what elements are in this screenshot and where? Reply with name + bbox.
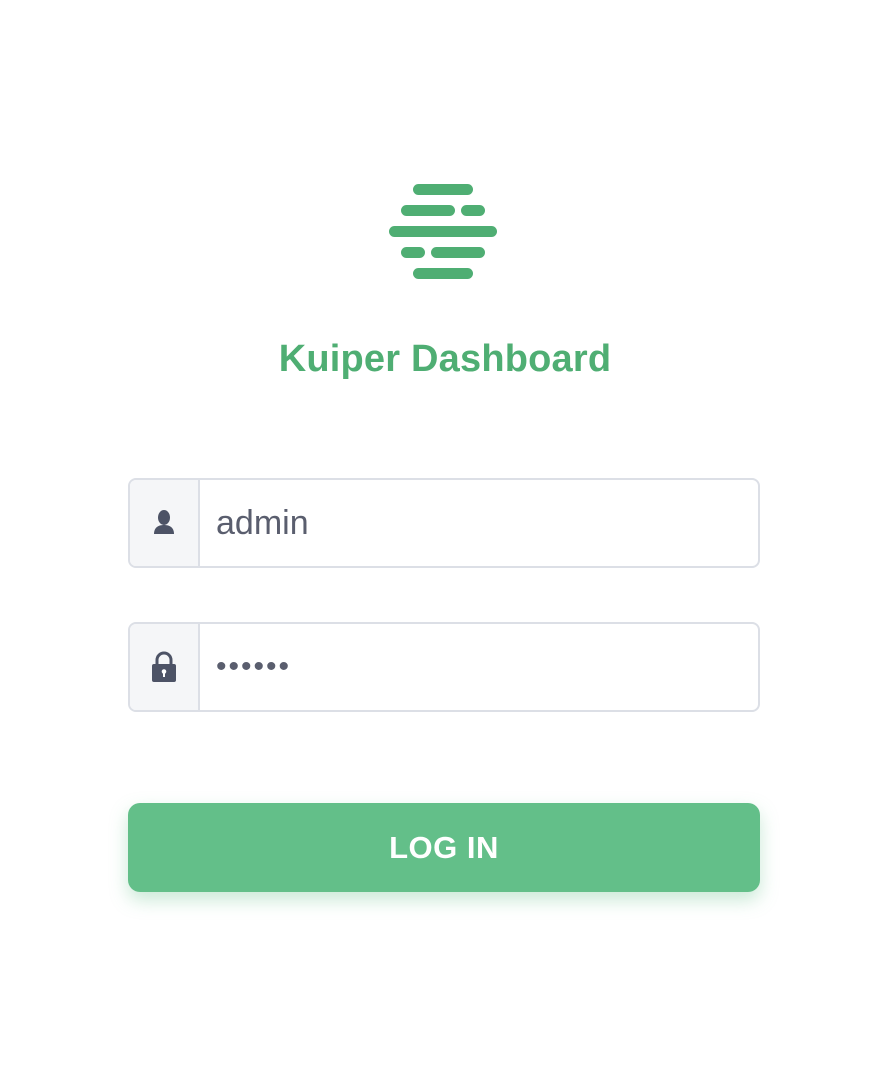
lock-icon xyxy=(152,651,176,682)
page-title: Kuiper Dashboard xyxy=(278,338,612,380)
logo-bar xyxy=(401,205,455,216)
username-prepend xyxy=(130,480,200,566)
password-prepend xyxy=(130,624,200,710)
kuiper-logo-icon xyxy=(389,184,497,279)
login-button[interactable]: LOG IN xyxy=(128,803,760,892)
user-icon xyxy=(154,510,174,534)
logo-bar xyxy=(413,268,473,279)
logo-bar xyxy=(413,184,473,195)
logo-bar xyxy=(461,205,485,216)
password-input[interactable] xyxy=(200,624,758,710)
logo-bar xyxy=(401,247,425,258)
logo-bar xyxy=(389,226,497,237)
login-page: Kuiper Dashboard LOG IN xyxy=(0,0,890,1068)
username-input[interactable] xyxy=(200,480,758,566)
password-field xyxy=(128,622,760,712)
logo-bar xyxy=(431,247,485,258)
username-field xyxy=(128,478,760,568)
